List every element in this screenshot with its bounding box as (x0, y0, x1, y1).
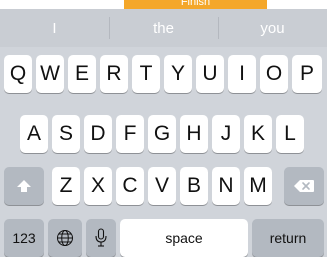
key-e[interactable]: E (68, 55, 96, 93)
key-k[interactable]: K (244, 115, 272, 153)
key-s[interactable]: S (52, 115, 80, 153)
suggestion-1[interactable]: I (0, 9, 109, 47)
globe-key[interactable] (48, 219, 82, 257)
key-n[interactable]: N (212, 167, 240, 205)
key-b[interactable]: B (180, 167, 208, 205)
numbers-key[interactable]: 123 (4, 219, 44, 257)
key-h[interactable]: H (180, 115, 208, 153)
key-f[interactable]: F (116, 115, 144, 153)
key-w[interactable]: W (36, 55, 64, 93)
backspace-icon (294, 180, 314, 192)
key-v[interactable]: V (148, 167, 176, 205)
key-d[interactable]: D (84, 115, 112, 153)
key-x[interactable]: X (84, 167, 112, 205)
key-a[interactable]: A (20, 115, 48, 153)
key-m[interactable]: M (244, 167, 272, 205)
keyboard: I the you Q W E R T Y U I O P A S D F G … (0, 9, 327, 257)
key-l[interactable]: L (276, 115, 304, 153)
key-c[interactable]: C (116, 167, 144, 205)
space-key[interactable]: space (120, 219, 248, 257)
return-key[interactable]: return (252, 219, 324, 257)
key-i[interactable]: I (228, 55, 256, 93)
microphone-icon (95, 228, 107, 247)
key-g[interactable]: G (148, 115, 176, 153)
shift-arrow-icon (17, 180, 31, 192)
delete-key[interactable] (284, 167, 324, 205)
key-t[interactable]: T (132, 55, 160, 93)
key-z[interactable]: Z (52, 167, 80, 205)
suggestion-3[interactable]: you (218, 9, 327, 47)
key-o[interactable]: O (260, 55, 288, 93)
shift-key[interactable] (4, 167, 44, 205)
key-u[interactable]: U (196, 55, 224, 93)
key-y[interactable]: Y (164, 55, 192, 93)
globe-icon (57, 230, 73, 246)
suggestion-2[interactable]: the (109, 9, 218, 47)
suggestion-bar: I the you (0, 9, 327, 47)
key-r[interactable]: R (100, 55, 128, 93)
key-j[interactable]: J (212, 115, 240, 153)
key-p[interactable]: P (292, 55, 322, 93)
dictation-key[interactable] (86, 219, 116, 257)
finish-banner[interactable]: Finish (124, 0, 267, 9)
key-q[interactable]: Q (4, 55, 32, 93)
